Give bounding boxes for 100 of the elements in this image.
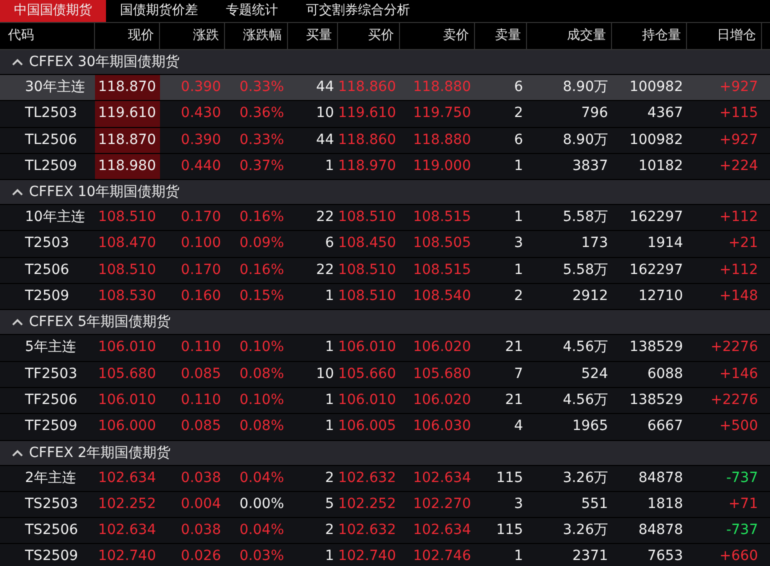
column-header[interactable]: 买价 xyxy=(338,23,400,49)
table-cell-text: 106.030 xyxy=(412,417,472,436)
table-cell-text: 0.15% xyxy=(238,287,285,306)
table-cell-text: T2506 xyxy=(24,260,70,280)
table-cell-text: +112 xyxy=(718,208,759,228)
table-cell-text: 102.634 xyxy=(412,468,472,488)
table-cell-text: 105.680 xyxy=(97,364,157,384)
chevron-icon[interactable] xyxy=(12,448,23,457)
table-row[interactable]: TL2503 119.610 0.430 0.36% 10 119.610 119.750 2 796 4367 +115 xyxy=(0,101,770,128)
table-cell-text: 0.04% xyxy=(238,521,285,540)
table-cell-text: 3837 xyxy=(571,156,609,176)
table-cell-text: 118.860 xyxy=(338,78,397,97)
table-cell-text: 0.33% xyxy=(238,130,285,150)
table-cell-text: 0.33% xyxy=(238,78,285,97)
column-header[interactable]: 现价 xyxy=(95,23,160,49)
table-cell-text: 106.020 xyxy=(412,338,472,358)
table-cell-text: 0.00% xyxy=(238,494,285,514)
table-cell-text: 4 xyxy=(513,417,524,436)
column-header[interactable]: 涨跌幅 xyxy=(225,23,288,49)
table-cell-text: 102.634 xyxy=(97,521,157,540)
column-header[interactable]: 成交量 xyxy=(527,23,612,49)
table-cell-text: 1 xyxy=(513,156,524,176)
table-cell-text: 100982 xyxy=(628,130,684,150)
table-cell-text: TL2509 xyxy=(24,156,78,176)
table-cell-text: 115 xyxy=(495,521,524,540)
chevron-icon[interactable] xyxy=(12,58,23,66)
table-cell-text: 0.026 xyxy=(180,547,222,566)
table-cell-text: 0.170 xyxy=(180,208,222,228)
table-cell-text: 108.515 xyxy=(412,260,472,280)
table-cell: 118.870 xyxy=(95,75,160,100)
group-title: CFFEX 10年期国债期货 xyxy=(29,183,180,202)
table-cell-text: 1 xyxy=(513,260,524,280)
table-cell-text: +71 xyxy=(727,494,759,514)
table-cell-text: TF2509 xyxy=(24,417,78,436)
table-row[interactable]: 2年主连 102.634 0.038 0.04% 2 102.632 102.634 115 3.26万 84878 -737 xyxy=(0,466,770,492)
table-cell-text: 0.110 xyxy=(180,390,222,410)
chevron-icon[interactable] xyxy=(12,188,23,196)
table-cell-text: 10年主连 xyxy=(24,208,86,228)
tab[interactable]: 专题统计 xyxy=(212,0,292,22)
table-cell-text: 0.36% xyxy=(238,104,285,124)
table-cell-text: 118.970 xyxy=(338,156,397,176)
column-header[interactable]: 日增仓 xyxy=(687,23,762,49)
table-cell-text: 551 xyxy=(580,494,609,514)
table-cell-text: TL2506 xyxy=(24,130,78,150)
table-cell-text: TS2509 xyxy=(24,547,80,566)
table-cell-text: 12710 xyxy=(637,287,684,306)
table-cell-text: 106.000 xyxy=(97,417,157,436)
table-cell: 119.610 xyxy=(95,101,160,127)
table-cell-text: 3 xyxy=(513,494,524,514)
table-cell-text: 138529 xyxy=(628,390,684,410)
column-header[interactable]: 卖量 xyxy=(475,23,527,49)
table-cell-text: +2276 xyxy=(710,338,759,358)
table-cell: 118.980 xyxy=(95,154,160,180)
table-cell-text: 796 xyxy=(580,104,609,124)
table-cell-text: 0.004 xyxy=(180,494,222,514)
table-row[interactable]: 30年主连 118.870 0.390 0.33% 44 118.860 118.880 6 8.90万 100982 +927 xyxy=(0,75,770,102)
table-cell-text: 0.08% xyxy=(238,417,285,436)
table-cell-text: 0.430 xyxy=(180,104,222,124)
table-cell-text: 118.880 xyxy=(412,78,472,97)
table-cell-text: 1 xyxy=(513,547,524,566)
table-cell-text: 0.085 xyxy=(180,417,222,436)
table-cell-text: TF2506 xyxy=(24,390,78,410)
table-cell-text: 108.470 xyxy=(97,234,157,254)
table-cell-text: 6088 xyxy=(646,364,684,384)
table-cell-text: 108.510 xyxy=(338,260,397,280)
table-cell-text: 105.680 xyxy=(412,364,472,384)
table-row[interactable]: TF2503 105.680 0.085 0.08% 10 105.660 105.680 7 524 6088 +146 xyxy=(0,362,770,388)
table-cell-text: 0.16% xyxy=(238,260,285,280)
table-cell-text: 0.37% xyxy=(238,156,285,176)
table-row[interactable]: TL2509 118.980 0.440 0.37% 1 118.970 119.000 1 3837 10182 +224 xyxy=(0,154,770,180)
table-cell-text: 0.038 xyxy=(180,521,222,540)
table-cell-text: 0.085 xyxy=(180,364,222,384)
table-cell-text: 4367 xyxy=(646,104,684,124)
table-cell-text: 4.56万 xyxy=(562,390,609,410)
column-header[interactable]: 持仓量 xyxy=(612,23,687,49)
tab[interactable]: 可交割券综合分析 xyxy=(292,0,424,22)
table-cell-text: 10 xyxy=(315,104,335,124)
table-cell-text: 118.880 xyxy=(412,130,472,150)
table-cell-text: 106.010 xyxy=(97,338,157,358)
table-cell-text: 5 xyxy=(324,494,335,514)
table-cell-text: 2 xyxy=(324,521,335,540)
table-cell-text: 8.90万 xyxy=(562,130,609,150)
table-cell-text: TL2503 xyxy=(24,104,78,124)
table-row[interactable]: TL2506 118.870 0.390 0.33% 44 118.860 118.880 6 8.90万 100982 +927 xyxy=(0,128,770,154)
table-cell-text: 0.110 xyxy=(180,338,222,358)
column-header[interactable]: 买量 xyxy=(288,23,338,49)
table-cell-text: 2年主连 xyxy=(24,468,77,488)
table-cell-text: 5.58万 xyxy=(562,208,609,228)
column-header[interactable]: 涨跌 xyxy=(160,23,225,49)
column-header[interactable]: 代码 xyxy=(0,23,95,49)
table-cell-text: 108.540 xyxy=(412,287,472,306)
tab[interactable]: 国债期货价差 xyxy=(106,0,212,22)
chevron-icon[interactable] xyxy=(12,318,23,326)
table-cell-text: T2509 xyxy=(24,287,70,306)
table-cell-text: 102.632 xyxy=(338,521,397,540)
table-cell-text: 6 xyxy=(513,78,524,97)
table-cell-text: 1818 xyxy=(646,494,684,514)
tab[interactable]: 中国国债期货 xyxy=(0,0,106,22)
table-cell-text: 0.10% xyxy=(238,338,285,358)
column-header[interactable]: 卖价 xyxy=(400,23,475,49)
